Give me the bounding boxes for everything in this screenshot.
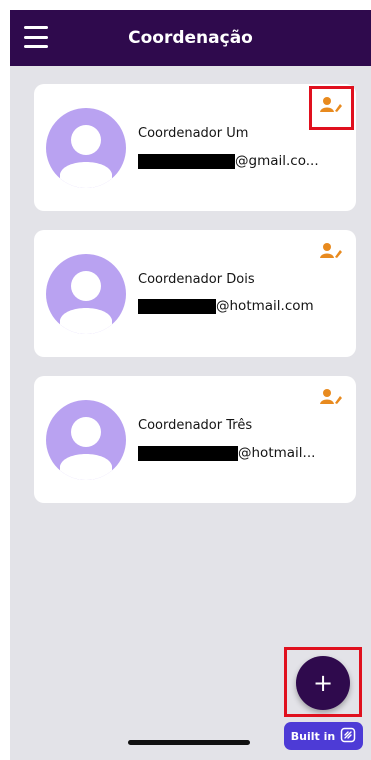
coordinator-email: @hotmail...: [138, 444, 315, 462]
redacted-email-user: [138, 153, 235, 169]
user-edit-icon[interactable]: [318, 386, 344, 408]
coordinator-card[interactable]: Coordenador Três @hotmail...: [34, 376, 356, 503]
default-user-icon: [60, 417, 112, 480]
user-edit-icon[interactable]: [318, 240, 344, 262]
status-bar: [0, 0, 371, 10]
avatar: [46, 400, 126, 480]
default-user-icon: [60, 125, 112, 188]
coordinator-email: @gmail.co...: [138, 152, 319, 170]
add-coordinator-button[interactable]: +: [296, 656, 350, 710]
built-in-badge[interactable]: Built in: [284, 722, 363, 750]
app-bar: Coordenação: [10, 10, 371, 66]
flutterflow-logo-icon: [340, 727, 356, 746]
page-title: Coordenação: [128, 28, 253, 48]
redacted-email-user: [138, 298, 216, 314]
coordinator-name: Coordenador Um: [138, 126, 249, 141]
coordinator-email: @hotmail.com: [138, 297, 314, 315]
email-domain: @gmail.co...: [235, 153, 319, 169]
email-domain: @hotmail...: [238, 445, 316, 461]
default-user-icon: [60, 271, 112, 334]
plus-icon: +: [312, 669, 334, 697]
coordinator-card[interactable]: Coordenador Dois @hotmail.com: [34, 230, 356, 357]
coordinator-name: Coordenador Dois: [138, 272, 255, 287]
avatar: [46, 108, 126, 188]
coordinator-card[interactable]: Coordenador Um @gmail.co...: [34, 84, 356, 211]
left-edge: [0, 10, 10, 760]
badge-label: Built in: [290, 729, 336, 743]
redacted-email-user: [138, 445, 238, 461]
avatar: [46, 254, 126, 334]
home-indicator: [128, 740, 250, 745]
coordinator-name: Coordenador Três: [138, 418, 253, 433]
user-edit-icon[interactable]: [318, 94, 344, 116]
email-domain: @hotmail.com: [216, 298, 314, 314]
